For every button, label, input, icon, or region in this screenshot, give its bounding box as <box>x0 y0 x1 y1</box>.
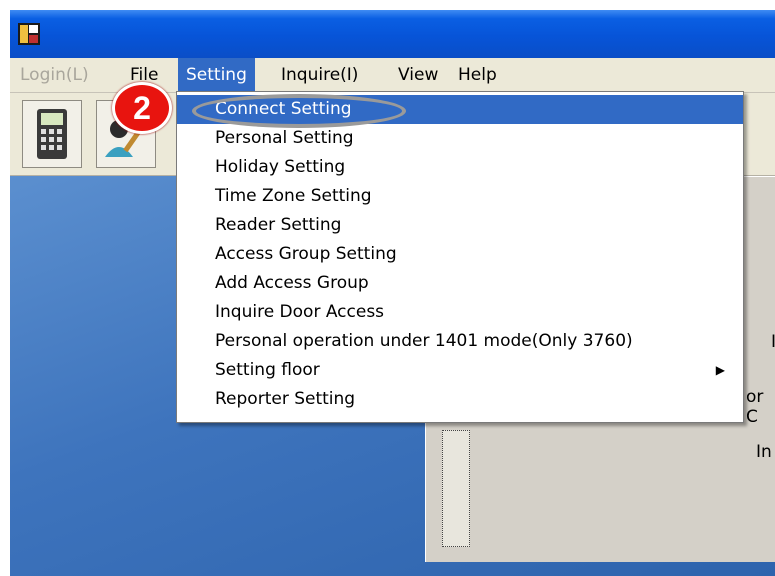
menu-item-holiday-setting[interactable]: Holiday Setting <box>177 153 743 182</box>
menu-item-label: Reader Setting <box>215 215 342 235</box>
menu-item-time-zone-setting[interactable]: Time Zone Setting <box>177 182 743 211</box>
highlight-oval <box>192 94 406 128</box>
menu-item-access-group-setting[interactable]: Access Group Setting <box>177 240 743 269</box>
menu-item-label: Holiday Setting <box>215 157 346 177</box>
menu-item-label: Access Group Setting <box>215 244 397 264</box>
menu-item-label: Add Access Group <box>215 273 369 293</box>
panel-text-fragment: or C <box>746 387 764 427</box>
menu-item-label: Personal Setting <box>215 128 354 148</box>
menu-login[interactable]: Login(L) <box>12 58 97 92</box>
vertical-slider[interactable] <box>442 430 470 547</box>
menu-view[interactable]: View <box>390 58 446 92</box>
panel-text-fragment: In <box>756 442 772 462</box>
title-bar[interactable] <box>10 10 775 58</box>
menu-item-reader-setting[interactable]: Reader Setting <box>177 211 743 240</box>
menu-item-personal-setting[interactable]: Personal Setting <box>177 124 743 153</box>
menu-item-setting-floor[interactable]: Setting floor ▶ <box>177 356 743 385</box>
menu-item-personal-operation-1401[interactable]: Personal operation under 1401 mode(Only … <box>177 327 743 356</box>
calculator-button[interactable] <box>22 100 82 168</box>
submenu-arrow-icon: ▶ <box>715 363 725 377</box>
menu-item-label: Reporter Setting <box>215 389 356 409</box>
menu-item-label: Personal operation under 1401 mode(Only … <box>215 331 633 351</box>
menu-item-label: Time Zone Setting <box>215 186 372 206</box>
panel-text-fragment: I <box>771 332 775 352</box>
calculator-icon <box>37 109 67 159</box>
setting-dropdown-menu: Connect Setting Personal Setting Holiday… <box>176 91 744 423</box>
menu-item-add-access-group[interactable]: Add Access Group <box>177 269 743 298</box>
menu-item-inquire-door-access[interactable]: Inquire Door Access <box>177 298 743 327</box>
menu-item-label: Setting floor <box>215 360 320 380</box>
app-icon <box>18 23 40 45</box>
menu-help[interactable]: Help <box>450 58 505 92</box>
step-badge: 2 <box>112 82 172 134</box>
menu-item-reporter-setting[interactable]: Reporter Setting <box>177 385 743 414</box>
menu-setting[interactable]: Setting <box>178 58 255 92</box>
menu-inquire[interactable]: Inquire(I) <box>273 58 366 92</box>
menu-item-label: Inquire Door Access <box>215 302 385 322</box>
